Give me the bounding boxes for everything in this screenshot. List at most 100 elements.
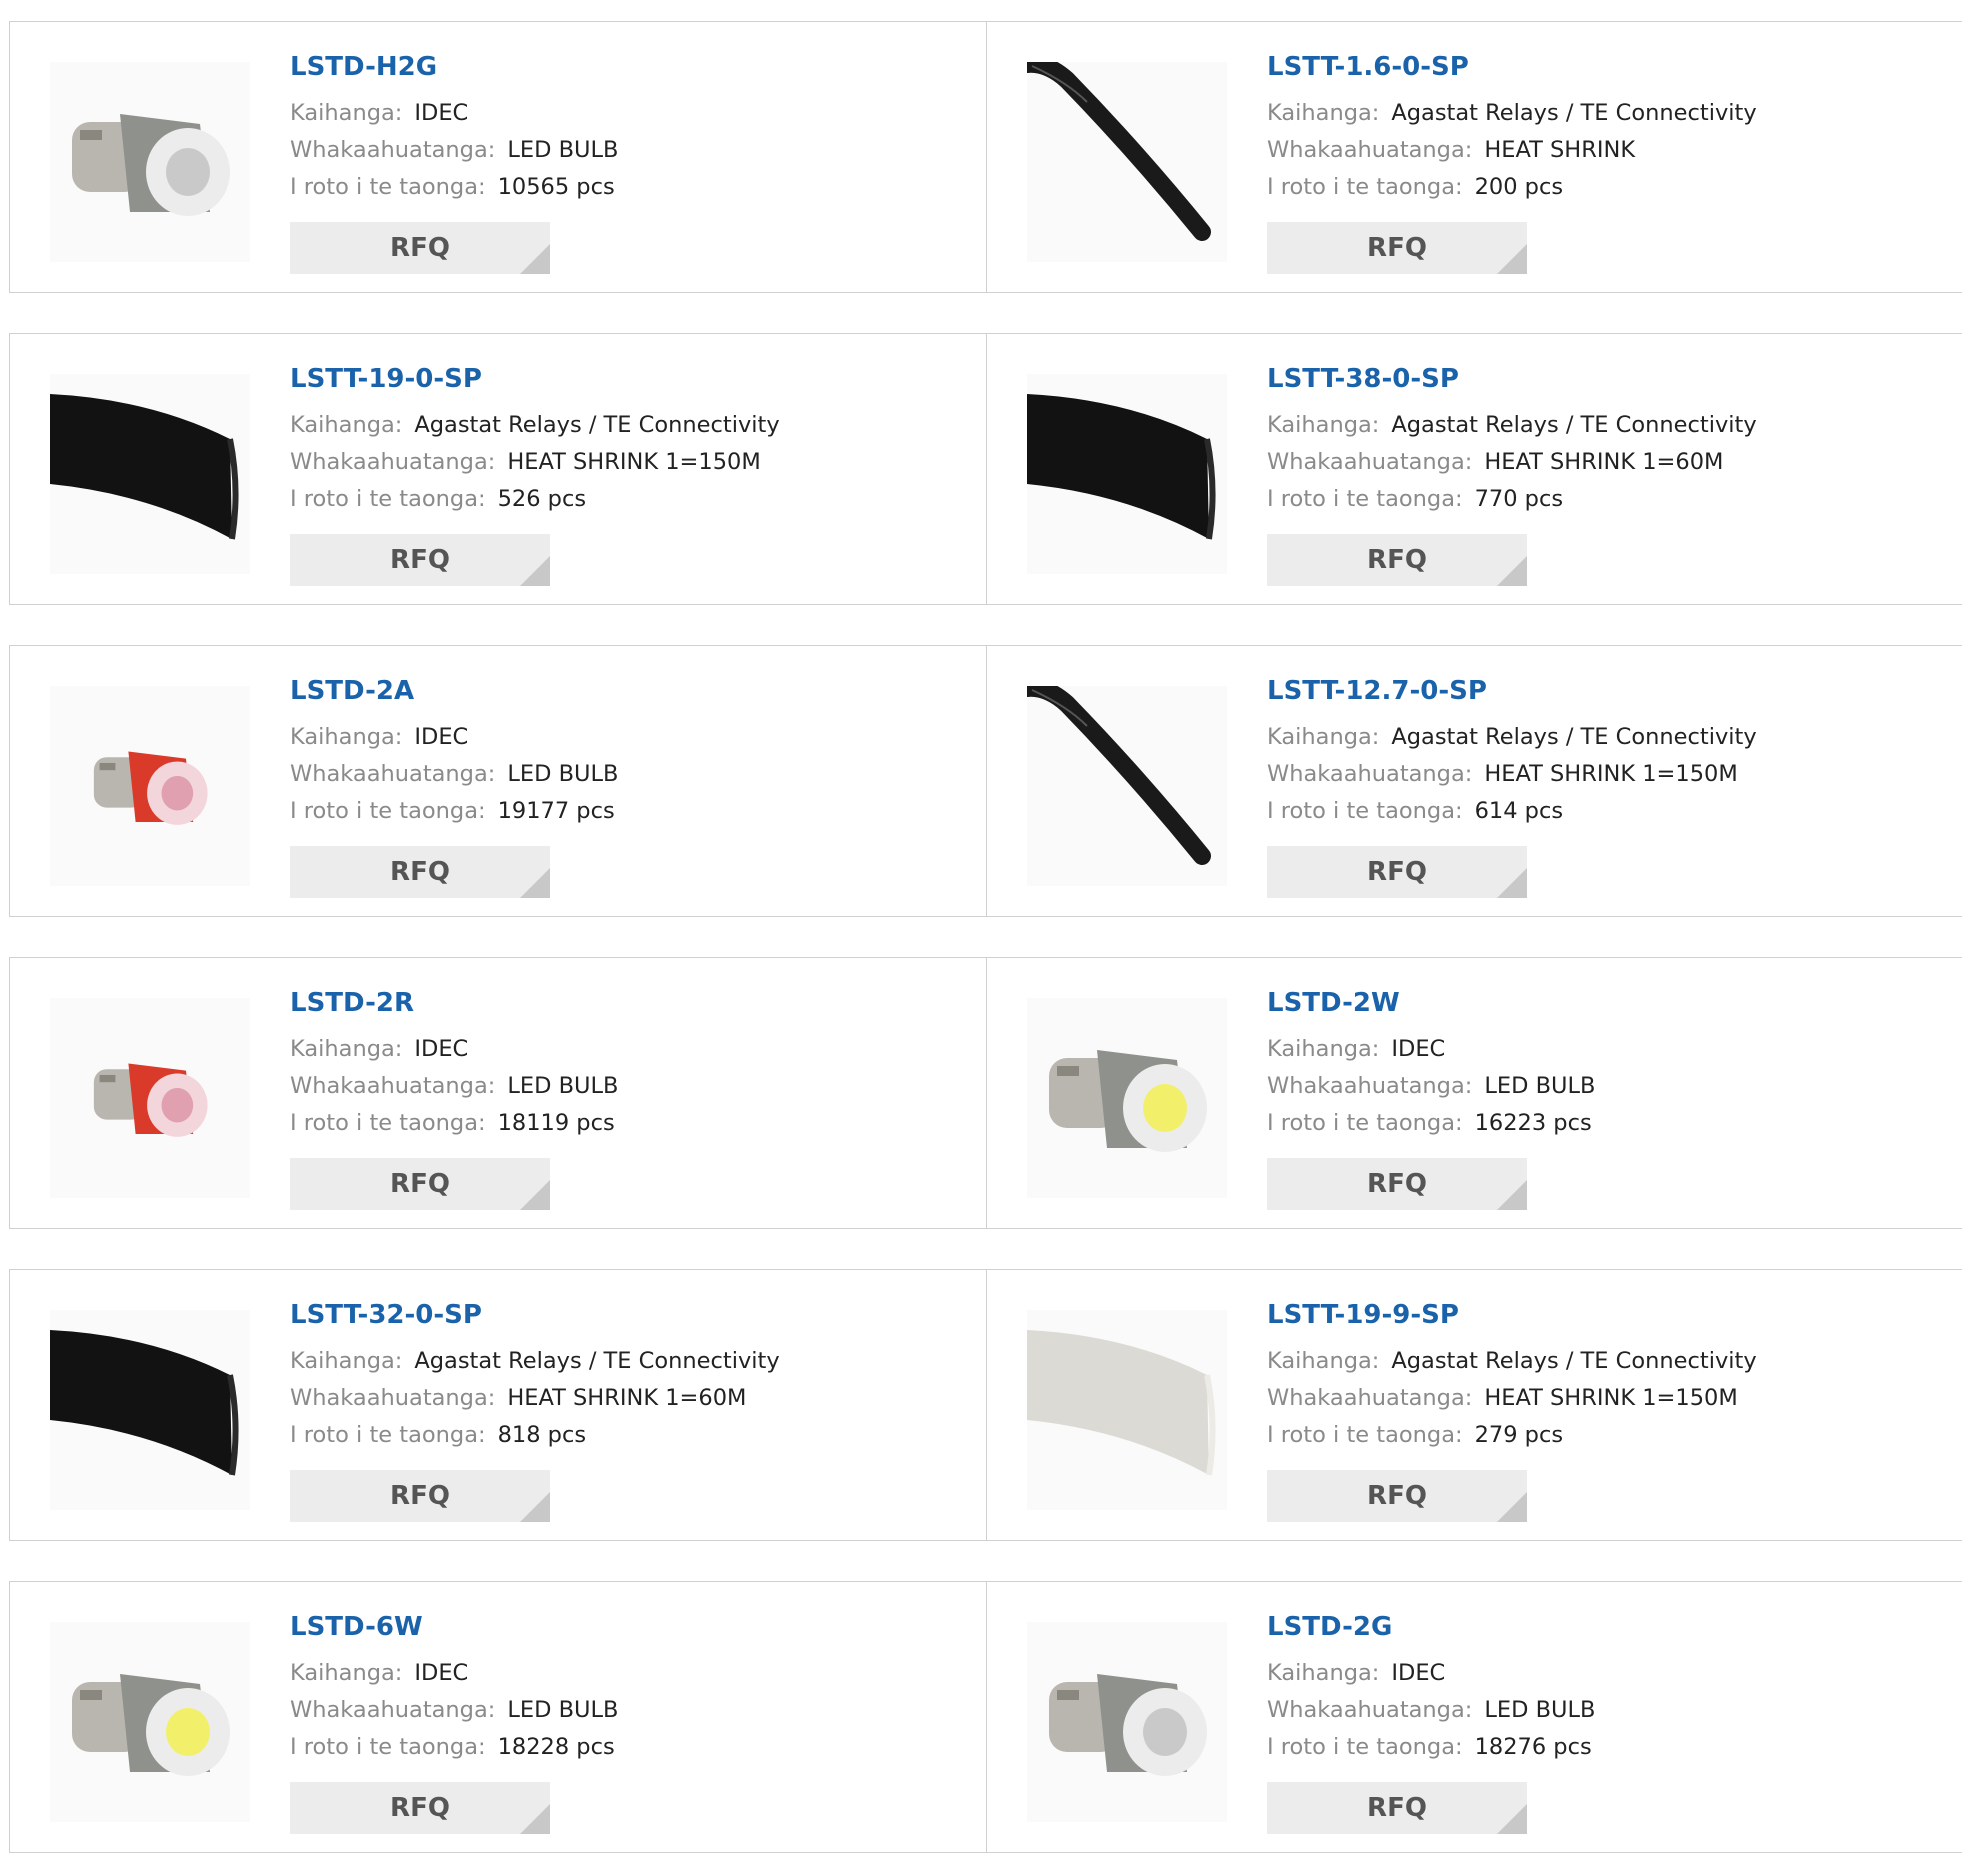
manufacturer-value: Agastat Relays / TE Connectivity xyxy=(1391,724,1757,750)
stock-line: I roto i te taonga: 770 pcs xyxy=(1267,481,1757,518)
description-label: Whakaahuatanga: xyxy=(1267,137,1473,163)
description-value: HEAT SHRINK xyxy=(1484,137,1636,163)
stock-line: I roto i te taonga: 16223 pcs xyxy=(1267,1105,1595,1142)
product-part-link[interactable]: LSTD-2A xyxy=(290,674,618,708)
product-part-link[interactable]: LSTD-H2G xyxy=(290,50,618,84)
product-image[interactable] xyxy=(1027,998,1227,1198)
description-value: LED BULB xyxy=(1484,1073,1596,1099)
stock-value: 18276 pcs xyxy=(1474,1734,1592,1760)
product-info: LSTD-2A Kaihanga: IDEC Whakaahuatanga: LED B… xyxy=(290,674,618,830)
description-label: Whakaahuatanga: xyxy=(290,1385,496,1411)
rfq-button[interactable]: RFQ xyxy=(1267,1782,1527,1834)
stock-label: I roto i te taonga: xyxy=(290,1422,486,1448)
product-card: LSTT-32-0-SP Kaihanga: Agastat Relays / TE… xyxy=(10,1270,987,1540)
product-image[interactable] xyxy=(50,1310,250,1510)
rfq-button[interactable]: RFQ xyxy=(1267,534,1527,586)
rfq-button[interactable]: RFQ xyxy=(1267,846,1527,898)
rfq-label: RFQ xyxy=(390,1481,450,1511)
stock-label: I roto i te taonga: xyxy=(1267,1422,1463,1448)
product-image[interactable] xyxy=(50,62,250,262)
rfq-button[interactable]: RFQ xyxy=(290,1470,550,1522)
product-image[interactable] xyxy=(50,1622,250,1822)
manufacturer-value: IDEC xyxy=(414,100,469,126)
rfq-corner-decoration xyxy=(1497,556,1527,586)
manufacturer-line: Kaihanga: Agastat Relays / TE Connectivit… xyxy=(290,407,780,444)
rfq-button[interactable]: RFQ xyxy=(290,222,550,274)
stock-line: I roto i te taonga: 526 pcs xyxy=(290,481,780,518)
product-info: LSTT-12.7-0-SP Kaihanga: Agastat Relays / … xyxy=(1267,674,1757,830)
product-image[interactable] xyxy=(50,686,250,886)
manufacturer-value: Agastat Relays / TE Connectivity xyxy=(414,1348,780,1374)
description-value: LED BULB xyxy=(507,137,619,163)
rfq-button[interactable]: RFQ xyxy=(1267,1470,1527,1522)
product-part-link[interactable]: LSTD-2G xyxy=(1267,1610,1595,1644)
manufacturer-line: Kaihanga: Agastat Relays / TE Connectivit… xyxy=(1267,407,1757,444)
product-card: LSTD-H2G Kaihanga: IDEC Whakaahuatanga: LED … xyxy=(10,22,987,292)
stock-value: 614 pcs xyxy=(1474,798,1564,824)
product-part-link[interactable]: LSTD-6W xyxy=(290,1610,618,1644)
product-part-link[interactable]: LSTD-2R xyxy=(290,986,618,1020)
product-image[interactable] xyxy=(50,998,250,1198)
product-part-link[interactable]: LSTT-19-9-SP xyxy=(1267,1298,1757,1332)
rfq-button[interactable]: RFQ xyxy=(290,1782,550,1834)
manufacturer-label: Kaihanga: xyxy=(1267,412,1380,438)
description-label: Whakaahuatanga: xyxy=(1267,761,1473,787)
manufacturer-value: IDEC xyxy=(1391,1660,1446,1686)
rfq-button[interactable]: RFQ xyxy=(290,534,550,586)
rfq-corner-decoration xyxy=(1497,868,1527,898)
manufacturer-line: Kaihanga: Agastat Relays / TE Connectivit… xyxy=(1267,719,1757,756)
rfq-button[interactable]: RFQ xyxy=(1267,1158,1527,1210)
product-image[interactable] xyxy=(1027,1622,1227,1822)
description-value: HEAT SHRINK 1=150M xyxy=(507,449,761,475)
product-part-link[interactable]: LSTT-1.6-0-SP xyxy=(1267,50,1757,84)
manufacturer-line: Kaihanga: Agastat Relays / TE Connectivit… xyxy=(290,1343,780,1380)
manufacturer-line: Kaihanga: IDEC xyxy=(1267,1655,1595,1692)
rfq-label: RFQ xyxy=(390,545,450,575)
product-info: LSTT-19-0-SP Kaihanga: Agastat Relays / TE… xyxy=(290,362,780,518)
manufacturer-value: IDEC xyxy=(414,724,469,750)
rfq-label: RFQ xyxy=(390,1793,450,1823)
manufacturer-label: Kaihanga: xyxy=(290,724,403,750)
product-image[interactable] xyxy=(1027,374,1227,574)
stock-value: 279 pcs xyxy=(1474,1422,1564,1448)
product-part-link[interactable]: LSTD-2W xyxy=(1267,986,1595,1020)
description-value: LED BULB xyxy=(507,1073,619,1099)
product-image[interactable] xyxy=(50,374,250,574)
product-image[interactable] xyxy=(1027,686,1227,886)
stock-label: I roto i te taonga: xyxy=(1267,1734,1463,1760)
rfq-corner-decoration xyxy=(1497,1180,1527,1210)
rfq-label: RFQ xyxy=(1367,1169,1427,1199)
description-line: Whakaahuatanga: HEAT SHRINK 1=60M xyxy=(1267,444,1757,481)
rfq-label: RFQ xyxy=(1367,857,1427,887)
product-image[interactable] xyxy=(1027,62,1227,262)
stock-line: I roto i te taonga: 18228 pcs xyxy=(290,1729,618,1766)
product-row: LSTT-19-0-SP Kaihanga: Agastat Relays / TE… xyxy=(9,333,1962,605)
rfq-corner-decoration xyxy=(520,1804,550,1834)
rfq-button[interactable]: RFQ xyxy=(290,846,550,898)
product-part-link[interactable]: LSTT-32-0-SP xyxy=(290,1298,780,1332)
stock-line: I roto i te taonga: 10565 pcs xyxy=(290,169,618,206)
rfq-corner-decoration xyxy=(1497,1804,1527,1834)
rfq-corner-decoration xyxy=(520,244,550,274)
description-value: HEAT SHRINK 1=60M xyxy=(507,1385,747,1411)
manufacturer-line: Kaihanga: Agastat Relays / TE Connectivit… xyxy=(1267,1343,1757,1380)
description-label: Whakaahuatanga: xyxy=(290,1697,496,1723)
product-row: LSTD-6W Kaihanga: IDEC Whakaahuatanga: LED B… xyxy=(9,1581,1962,1853)
product-part-link[interactable]: LSTT-38-0-SP xyxy=(1267,362,1757,396)
product-part-link[interactable]: LSTT-12.7-0-SP xyxy=(1267,674,1757,708)
rfq-button[interactable]: RFQ xyxy=(290,1158,550,1210)
rfq-corner-decoration xyxy=(520,1492,550,1522)
description-line: Whakaahuatanga: LED BULB xyxy=(290,132,618,169)
stock-line: I roto i te taonga: 18119 pcs xyxy=(290,1105,618,1142)
product-part-link[interactable]: LSTT-19-0-SP xyxy=(290,362,780,396)
stock-label: I roto i te taonga: xyxy=(290,174,486,200)
manufacturer-line: Kaihanga: IDEC xyxy=(290,1655,618,1692)
manufacturer-label: Kaihanga: xyxy=(1267,724,1380,750)
product-info: LSTD-H2G Kaihanga: IDEC Whakaahuatanga: LED … xyxy=(290,50,618,206)
description-label: Whakaahuatanga: xyxy=(1267,1697,1473,1723)
manufacturer-label: Kaihanga: xyxy=(290,1348,403,1374)
product-card: LSTT-19-0-SP Kaihanga: Agastat Relays / TE… xyxy=(10,334,987,604)
rfq-button[interactable]: RFQ xyxy=(1267,222,1527,274)
product-image[interactable] xyxy=(1027,1310,1227,1510)
description-line: Whakaahuatanga: HEAT SHRINK 1=60M xyxy=(290,1380,780,1417)
